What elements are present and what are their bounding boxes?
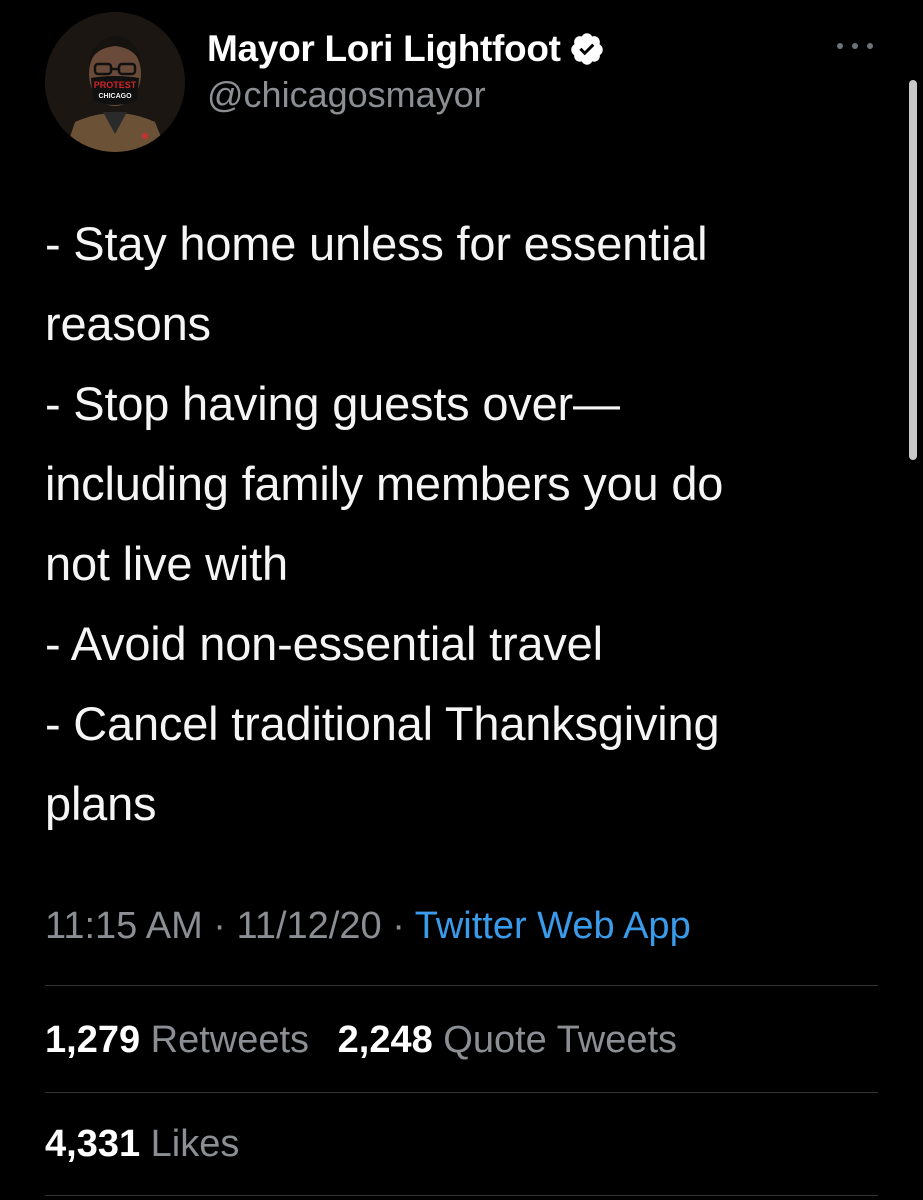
verified-badge-icon	[569, 31, 605, 67]
tweet-line: reasons	[45, 297, 211, 350]
tweet-text: - Stay home unless for essential reasons…	[45, 204, 875, 844]
tweet-source-link[interactable]: Twitter Web App	[415, 905, 691, 947]
tweet-header: PROTEST CHICAGO Mayor Lori Lightfoot @ch…	[45, 12, 885, 152]
meta-separator: ·	[392, 905, 405, 947]
retweets-label: Retweets	[150, 1019, 310, 1061]
likes-label: Likes	[150, 1123, 240, 1165]
more-horizontal-icon-dot	[867, 43, 873, 49]
tweet-line: - Stay home unless for essential	[45, 217, 708, 270]
likes-count: 4,331	[45, 1123, 141, 1165]
more-horizontal-icon	[837, 43, 843, 49]
avatar[interactable]: PROTEST CHICAGO	[45, 12, 185, 152]
tweet-meta: 11:15 AM · 11/12/20 · Twitter Web App	[45, 898, 691, 954]
divider	[45, 985, 878, 986]
name-row: Mayor Lori Lightfoot	[207, 26, 605, 72]
author-block: Mayor Lori Lightfoot @chicagosmayor	[207, 26, 605, 116]
display-name[interactable]: Mayor Lori Lightfoot	[207, 28, 561, 70]
tweet-date[interactable]: 11/12/20	[237, 905, 382, 947]
tweet-line: - Avoid non-essential travel	[45, 617, 603, 670]
meta-separator: ·	[213, 905, 226, 947]
engagement-stats: 1,279 Retweets 2,248 Quote Tweets	[45, 1012, 695, 1068]
tweet-line: plans	[45, 777, 157, 830]
scrollbar[interactable]	[909, 80, 917, 460]
avatar-mask-text-top: PROTEST	[94, 80, 137, 90]
likes-row: 4,331 Likes	[45, 1116, 257, 1172]
more-horizontal-icon-dot	[852, 43, 858, 49]
tweet-line: - Cancel traditional Thanksgiving	[45, 697, 720, 750]
divider	[45, 1195, 878, 1196]
divider	[45, 1092, 878, 1093]
quote-tweets-label: Quote Tweets	[443, 1019, 678, 1061]
more-options-button[interactable]	[837, 36, 873, 56]
retweets-stat[interactable]: 1,279 Retweets	[45, 1019, 309, 1061]
tweet-line: - Stop having guests over—	[45, 377, 620, 430]
tweet-line: including family members you do	[45, 457, 724, 510]
retweets-count: 1,279	[45, 1019, 141, 1061]
likes-stat[interactable]: 4,331 Likes	[45, 1123, 239, 1165]
quote-tweets-stat[interactable]: 2,248 Quote Tweets	[338, 1019, 677, 1061]
tweet-line: not live with	[45, 537, 288, 590]
avatar-mask-text-bottom: CHICAGO	[98, 93, 132, 100]
tweet-time[interactable]: 11:15 AM	[45, 905, 203, 947]
avatar-image: PROTEST CHICAGO	[45, 12, 185, 152]
quote-tweets-count: 2,248	[337, 1019, 433, 1061]
handle[interactable]: @chicagosmayor	[207, 74, 605, 116]
